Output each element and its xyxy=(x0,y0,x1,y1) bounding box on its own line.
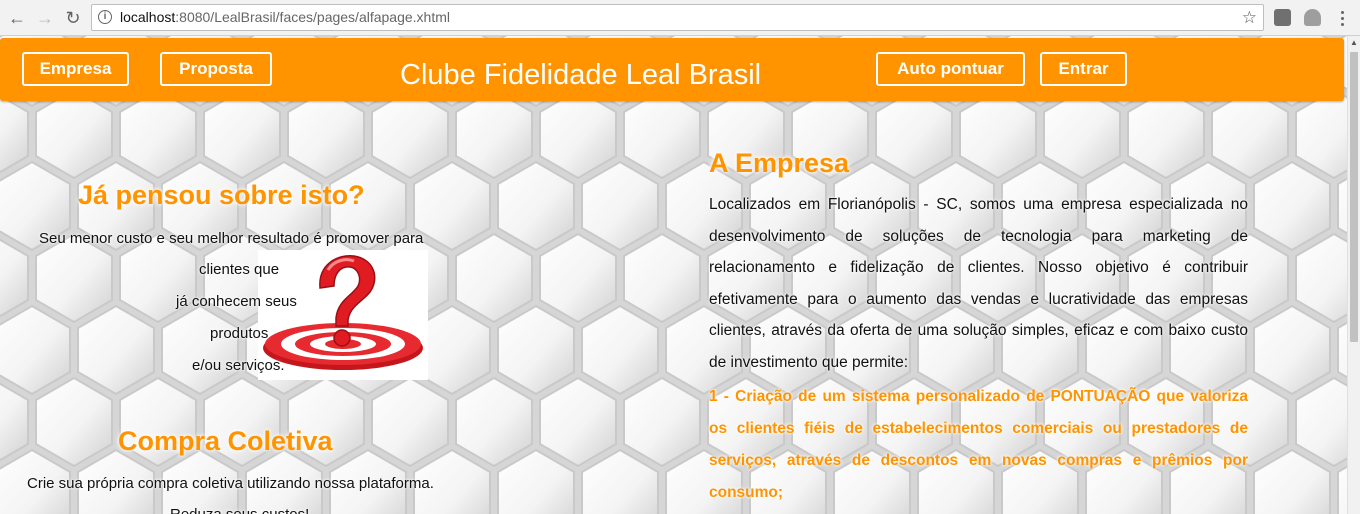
compra-coletiva-text: Crie sua própria compra coletiva utiliza… xyxy=(27,475,434,492)
page-scrollbar[interactable]: ▲ xyxy=(1347,36,1360,514)
empresa-button[interactable]: Empresa xyxy=(22,52,129,86)
entrar-button[interactable]: Entrar xyxy=(1040,52,1127,86)
scroll-up-arrow-icon[interactable]: ▲ xyxy=(1348,36,1360,50)
site-header: Empresa Proposta Clube Fidelidade Leal B… xyxy=(0,38,1344,101)
bookmark-star-icon[interactable]: ☆ xyxy=(1242,5,1257,30)
left-text-line: clientes que xyxy=(199,261,280,278)
compra-coletiva-heading: Compra Coletiva xyxy=(118,426,333,456)
empresa-item-1: 1 - Criação de um sistema personalizado … xyxy=(709,388,1248,501)
proposta-button[interactable]: Proposta xyxy=(160,52,272,86)
a-empresa-heading: A Empresa xyxy=(709,148,850,178)
left-text-line: e/ou serviços. xyxy=(192,357,285,374)
scrollbar-thumb[interactable] xyxy=(1350,52,1358,342)
address-url: localhost:8080/LealBrasil/faces/pages/al… xyxy=(120,9,450,25)
back-arrow-icon[interactable]: ← xyxy=(6,7,28,29)
browser-toolbar: ← → ↻ i localhost:8080/LealBrasil/faces/… xyxy=(0,0,1360,36)
empresa-description: Localizados em Florianópolis - SC, somos… xyxy=(709,196,1248,371)
auto-pontuar-button[interactable]: Auto pontuar xyxy=(876,52,1025,86)
left-text-line: Seu menor custo e seu melhor resultado é… xyxy=(39,230,424,247)
site-title: Clube Fidelidade Leal Brasil xyxy=(400,59,762,91)
page-content: Empresa Proposta Clube Fidelidade Leal B… xyxy=(0,36,1347,514)
left-text-line: produtos xyxy=(210,325,269,342)
forward-arrow-icon[interactable]: → xyxy=(34,7,56,29)
address-bar[interactable]: i localhost:8080/LealBrasil/faces/pages/… xyxy=(91,4,1264,31)
info-icon[interactable]: i xyxy=(98,10,112,24)
extension-icon[interactable] xyxy=(1274,9,1291,26)
browser-menu-icon[interactable] xyxy=(1336,6,1348,30)
reload-icon[interactable]: ↻ xyxy=(62,7,84,29)
compra-coletiva-text: Reduza seus custos! xyxy=(170,506,309,514)
left-text-line: já conhecem seus xyxy=(176,293,297,310)
drive-extension-icon[interactable] xyxy=(1304,9,1321,26)
left-heading: Já pensou sobre isto? xyxy=(78,180,365,210)
